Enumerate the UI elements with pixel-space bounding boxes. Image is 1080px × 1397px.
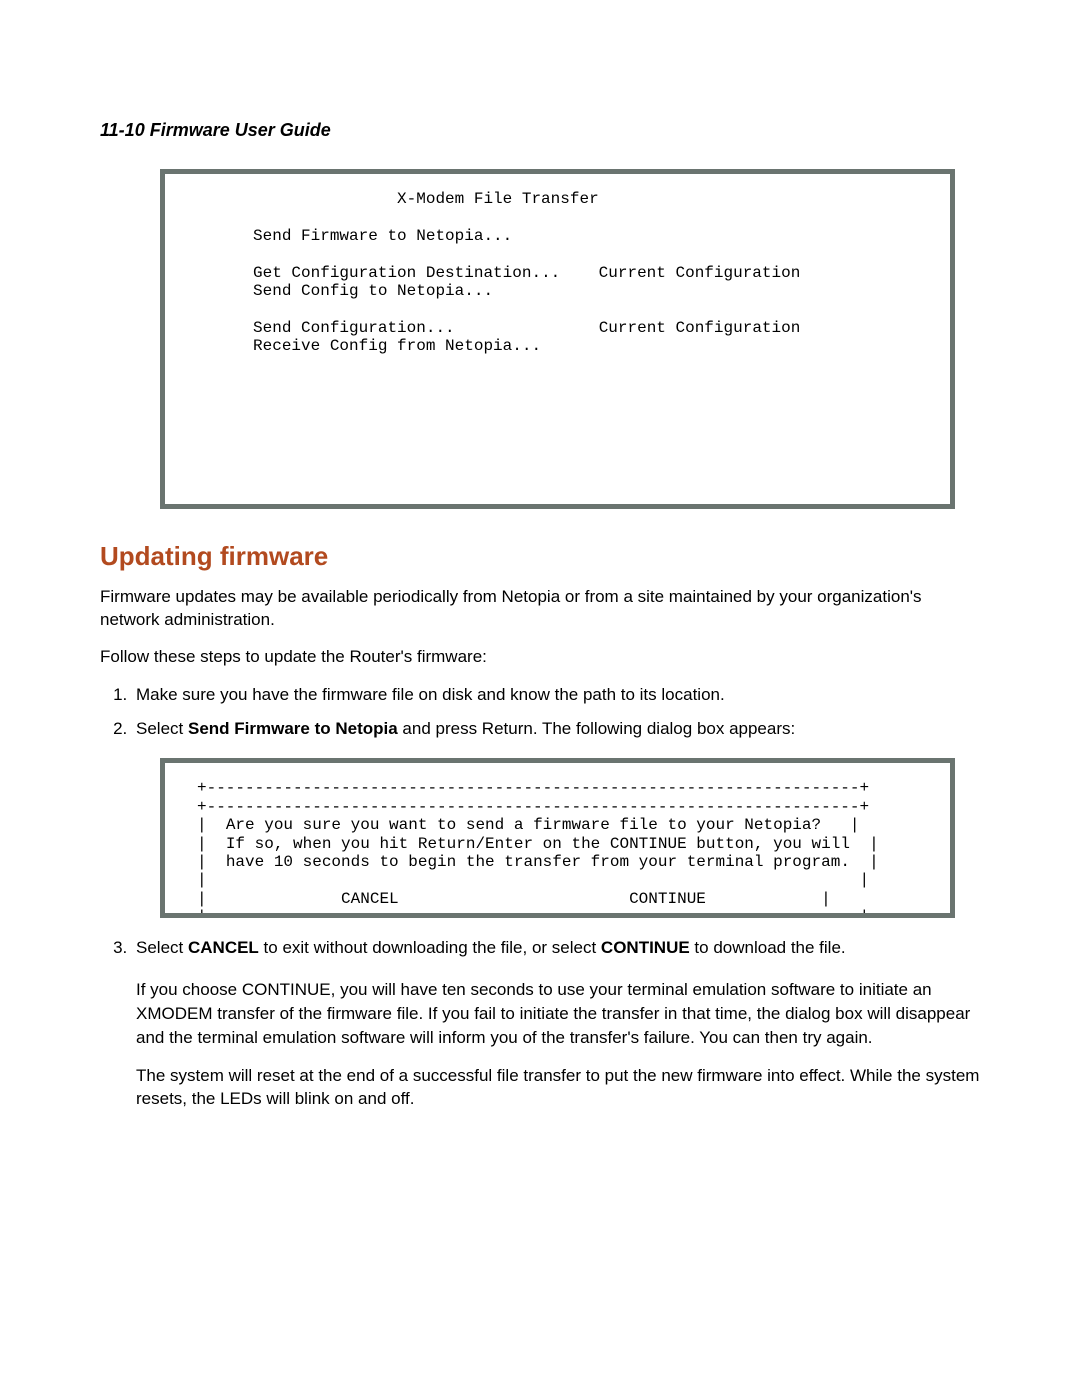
menu-get-config-dest: Get Configuration Destination... Current…: [205, 264, 800, 282]
continue-button[interactable]: CONTINUE: [629, 890, 706, 908]
step3-text-a: Select: [136, 938, 188, 957]
section-heading: Updating firmware: [100, 541, 985, 572]
step3-text-c: to download the file.: [690, 938, 846, 957]
step-3: Select CANCEL to exit without downloadin…: [132, 936, 985, 960]
step2-bold: Send Firmware to Netopia: [188, 719, 398, 738]
terminal-confirm-dialog: +---------------------------------------…: [160, 758, 955, 918]
page-header: 11-10 Firmware User Guide: [100, 120, 985, 141]
dialog-line2: If so, when you hit Return/Enter on the …: [226, 835, 850, 853]
menu-send-config-netopia: Send Config to Netopia...: [205, 282, 493, 300]
dialog-line1: Are you sure you want to send a firmware…: [226, 816, 821, 834]
menu-send-firmware: Send Firmware to Netopia...: [205, 227, 512, 245]
step3-bold-cancel: CANCEL: [188, 938, 259, 957]
steps-list-cont: Select CANCEL to exit without downloadin…: [100, 936, 985, 960]
body-paragraph-1: Firmware updates may be available period…: [100, 586, 985, 632]
step3-text-b: to exit without downloading the file, or…: [259, 938, 601, 957]
step-2: Select Send Firmware to Netopia and pres…: [132, 717, 985, 741]
document-page: 11-10 Firmware User Guide X-Modem File T…: [0, 0, 1080, 1397]
menu-send-configuration: Send Configuration... Current Configurat…: [205, 319, 800, 337]
terminal-title: X-Modem File Transfer: [205, 190, 599, 208]
body-paragraph-2: Follow these steps to update the Router'…: [100, 646, 985, 669]
step3-paragraph-2: The system will reset at the end of a su…: [136, 1064, 985, 1112]
step3-bold-continue: CONTINUE: [601, 938, 690, 957]
step-1: Make sure you have the firmware file on …: [132, 683, 985, 707]
steps-list: Make sure you have the firmware file on …: [100, 683, 985, 741]
step2-text-b: and press Return. The following dialog b…: [398, 719, 796, 738]
dialog-line3: have 10 seconds to begin the transfer fr…: [226, 853, 850, 871]
menu-receive-config: Receive Config from Netopia...: [205, 337, 541, 355]
terminal-xmodem-screen: X-Modem File Transfer Send Firmware to N…: [160, 169, 955, 509]
step3-paragraph-1: If you choose CONTINUE, you will have te…: [136, 978, 985, 1049]
cancel-button[interactable]: CANCEL: [341, 890, 399, 908]
step2-text-a: Select: [136, 719, 188, 738]
